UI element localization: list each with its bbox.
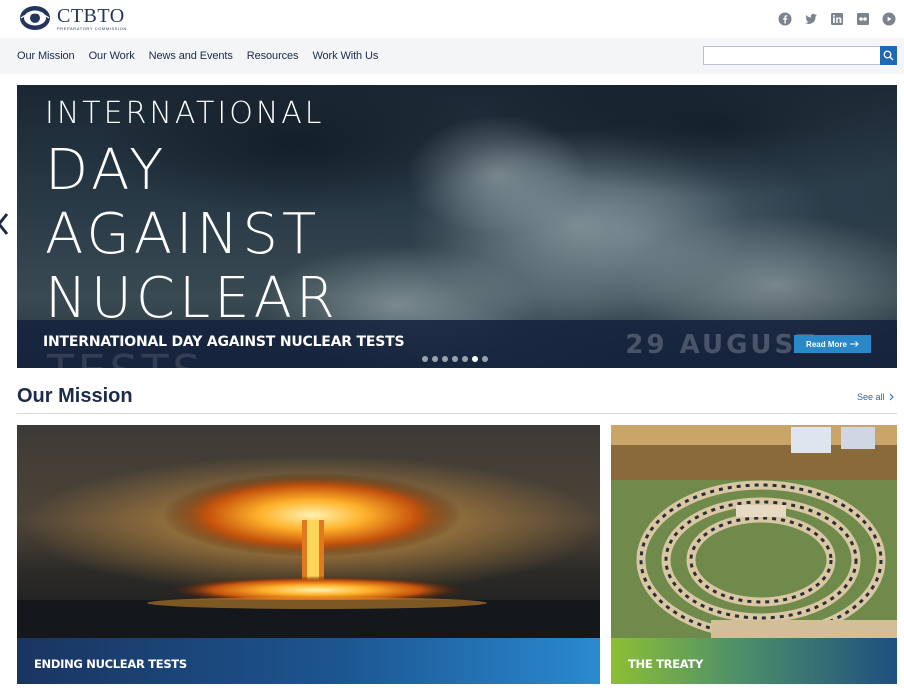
see-all-link[interactable]: See all [857, 392, 894, 402]
nav-item-news-and-events[interactable]: News and Events [149, 50, 233, 62]
hero-caption-bar: TESTS 29 AUGUST INTERNATIONAL DAY AGAINS… [17, 320, 897, 368]
card-label-band: ENDING NUCLEAR TESTS [17, 638, 600, 684]
linkedin-icon[interactable] [830, 12, 844, 26]
hero-headline-line: DAY [45, 138, 168, 203]
youtube-icon[interactable] [882, 12, 896, 26]
search-icon [883, 50, 894, 61]
carousel-dots [422, 356, 488, 362]
assembly-hall-image [611, 425, 897, 638]
mission-card-ending-nuclear-tests[interactable]: ENDING NUCLEAR TESTS [17, 425, 600, 684]
hero-ghost-date: 29 AUGUST [625, 330, 817, 360]
twitter-icon[interactable] [804, 12, 818, 26]
ctbto-emblem-icon [20, 6, 50, 30]
card-label-band: THE TREATY [611, 638, 897, 684]
carousel-dot[interactable] [472, 356, 478, 362]
hero-caption-title[interactable]: INTERNATIONAL DAY AGAINST NUCLEAR TESTS [43, 334, 405, 350]
carousel-dot[interactable] [482, 356, 488, 362]
section-divider [17, 413, 897, 414]
arrow-right-icon [849, 341, 859, 347]
read-more-label: Read More [806, 339, 847, 349]
carousel-dot[interactable] [462, 356, 468, 362]
carousel-dot[interactable] [432, 356, 438, 362]
hero-headline: INTERNATIONAL DAY AGAINST NUCLEAR [45, 99, 339, 327]
search-button[interactable] [880, 46, 897, 65]
search-box [703, 46, 897, 65]
mission-card-the-treaty[interactable]: THE TREATY [611, 425, 897, 684]
flickr-icon[interactable] [856, 12, 870, 26]
main-nav: Our Mission Our Work News and Events Res… [17, 38, 378, 74]
social-links [778, 12, 896, 26]
carousel-dot[interactable] [452, 356, 458, 362]
card-label: ENDING NUCLEAR TESTS [34, 657, 187, 671]
nav-item-resources[interactable]: Resources [247, 50, 299, 62]
nav-item-our-mission[interactable]: Our Mission [17, 50, 75, 62]
main-navigation-bar: Our Mission Our Work News and Events Res… [0, 38, 904, 74]
logo-wordmark: CTBTO [57, 4, 125, 27]
section-title-our-mission: Our Mission [17, 385, 133, 407]
header: CTBTO PREPARATORY COMMISSION [0, 0, 904, 38]
hero-headline-line: NUCLEAR [45, 266, 339, 331]
facebook-icon[interactable] [778, 12, 792, 26]
hero-carousel[interactable]: INTERNATIONAL DAY AGAINST NUCLEAR TESTS … [17, 85, 897, 368]
hero-headline-line: AGAINST [45, 202, 321, 267]
logo-subtitle: PREPARATORY COMMISSION [57, 25, 127, 31]
search-input[interactable] [703, 46, 880, 65]
nav-item-our-work[interactable]: Our Work [89, 50, 135, 62]
carousel-dot[interactable] [422, 356, 428, 362]
mushroom-cloud-image [17, 425, 600, 638]
see-all-label: See all [857, 392, 885, 402]
chevron-right-icon [889, 393, 894, 401]
read-more-button[interactable]: Read More [794, 335, 871, 353]
carousel-dot[interactable] [442, 356, 448, 362]
card-label: THE TREATY [628, 657, 704, 671]
nav-item-work-with-us[interactable]: Work With Us [312, 50, 378, 62]
ctbto-logo[interactable]: CTBTO PREPARATORY COMMISSION [19, 4, 127, 32]
carousel-prev-arrow-icon[interactable] [0, 210, 11, 238]
hero-headline-line: INTERNATIONAL [45, 96, 325, 131]
